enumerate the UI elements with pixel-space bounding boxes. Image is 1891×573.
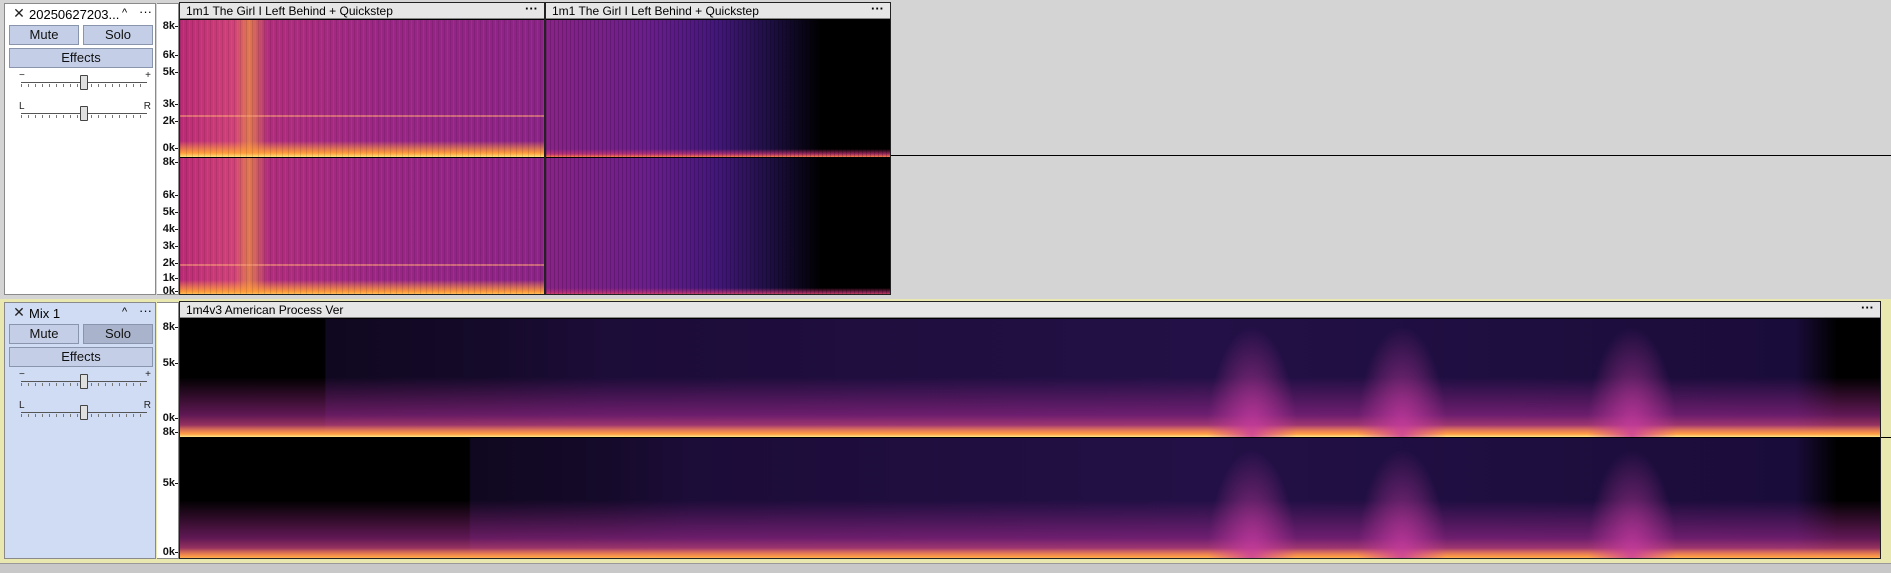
audio-clip[interactable]: 1m1 The Girl I Left Behind + Quickstep ·… <box>179 2 545 295</box>
ruler-tick: 2k <box>162 115 179 127</box>
clip-title: 1m4v3 American Process Ver <box>186 303 344 317</box>
track-header: ✕ 20250627203... ^ ··· <box>5 4 155 24</box>
ruler-tick: 2k <box>162 257 179 269</box>
ruler-tick: 0k <box>162 142 179 154</box>
clip-header[interactable]: 1m1 The Girl I Left Behind + Quickstep ·… <box>180 3 544 19</box>
effects-button[interactable]: Effects <box>9 347 153 367</box>
ruler-tick: 5k <box>162 66 179 78</box>
clip-header[interactable]: 1m4v3 American Process Ver ··· <box>180 302 1880 318</box>
ruler-tick: 5k <box>162 206 179 218</box>
track-control-panel: ✕ Mix 1 ^ ··· Mute Solo Effects − + L R <box>4 302 156 559</box>
gain-slider-thumb[interactable] <box>80 374 88 389</box>
ruler-tick: 8k <box>162 20 179 32</box>
clip-menu-icon[interactable]: ··· <box>1861 302 1874 315</box>
frequency-ruler: 8k 6k 5k 3k 2k 0k 8k 6k 5k 4k 3k 2k 1k 0… <box>157 3 179 297</box>
spectrogram-channel-right[interactable] <box>180 158 544 294</box>
ruler-tick: 0k <box>162 546 179 558</box>
clip-header[interactable]: 1m1 The Girl I Left Behind + Quickstep ·… <box>546 3 890 19</box>
bottom-scroll-area[interactable] <box>0 563 1891 573</box>
track-control-panel: ✕ 20250627203... ^ ··· Mute Solo Effects… <box>4 3 156 295</box>
solo-button[interactable]: Solo <box>83 324 153 344</box>
gain-slider[interactable]: − + <box>19 70 151 90</box>
pan-slider-thumb[interactable] <box>80 405 88 420</box>
mute-button[interactable]: Mute <box>9 324 79 344</box>
spectrogram-channel-left[interactable] <box>180 20 544 157</box>
gain-min-label: − <box>19 369 25 380</box>
ruler-tick: 8k <box>162 156 179 168</box>
close-icon[interactable]: ✕ <box>11 304 27 320</box>
pan-slider-thumb[interactable] <box>80 106 88 121</box>
ruler-tick: 6k <box>162 189 179 201</box>
collapse-caret-icon[interactable]: ^ <box>122 305 127 319</box>
ruler-tick: 0k <box>162 285 179 297</box>
clip-title: 1m1 The Girl I Left Behind + Quickstep <box>186 4 393 18</box>
clip-menu-icon[interactable]: ··· <box>525 3 538 16</box>
pan-left-label: L <box>19 101 25 112</box>
ruler-tick: 5k <box>162 477 179 489</box>
gain-max-label: + <box>145 70 151 81</box>
gain-max-label: + <box>145 369 151 380</box>
pan-slider[interactable]: L R <box>19 101 151 121</box>
clip-title: 1m1 The Girl I Left Behind + Quickstep <box>552 4 759 18</box>
audio-clip[interactable]: 1m1 The Girl I Left Behind + Quickstep ·… <box>545 2 891 295</box>
ruler-tick: 3k <box>162 98 179 110</box>
close-icon[interactable]: ✕ <box>11 5 27 21</box>
frequency-ruler: 8k 5k 0k 8k 5k 0k <box>157 302 179 559</box>
channel-divider <box>1881 437 1891 438</box>
gain-min-label: − <box>19 70 25 81</box>
audio-track-1: ✕ 20250627203... ^ ··· Mute Solo Effects… <box>0 0 1891 299</box>
pan-right-label: R <box>143 400 151 411</box>
spectrogram-channel-left[interactable] <box>546 20 890 157</box>
gain-slider[interactable]: − + <box>19 369 151 389</box>
ruler-tick: 6k <box>162 49 179 61</box>
track-name[interactable]: Mix 1 <box>29 306 123 321</box>
ruler-tick: 4k <box>162 223 179 235</box>
pan-left-label: L <box>19 400 25 411</box>
track-menu-icon[interactable]: ··· <box>139 303 152 319</box>
ruler-tick: 0k <box>162 412 179 424</box>
pan-right-label: R <box>143 101 151 112</box>
spectrogram-channel-left[interactable] <box>180 319 1880 437</box>
track-name[interactable]: 20250627203... <box>29 7 123 22</box>
pan-slider[interactable]: L R <box>19 400 151 420</box>
audio-track-2: ✕ Mix 1 ^ ··· Mute Solo Effects − + L R … <box>0 299 1891 563</box>
track-header: ✕ Mix 1 ^ ··· <box>5 303 155 323</box>
effects-button[interactable]: Effects <box>9 48 153 68</box>
spectrogram-channel-right[interactable] <box>180 438 1880 558</box>
spectrogram-channel-right[interactable] <box>546 158 890 294</box>
ruler-tick: 5k <box>162 357 179 369</box>
ruler-tick: 8k <box>162 321 179 333</box>
clip-menu-icon[interactable]: ··· <box>871 3 884 16</box>
collapse-caret-icon[interactable]: ^ <box>122 6 127 20</box>
audio-clip[interactable]: 1m4v3 American Process Ver ··· <box>179 301 1881 559</box>
mute-button[interactable]: Mute <box>9 25 79 45</box>
ruler-tick: 1k <box>162 272 179 284</box>
channel-divider <box>891 155 1891 156</box>
gain-slider-thumb[interactable] <box>80 75 88 90</box>
ruler-tick: 3k <box>162 240 179 252</box>
track-menu-icon[interactable]: ··· <box>139 4 152 20</box>
ruler-tick: 8k <box>162 426 179 438</box>
solo-button[interactable]: Solo <box>83 25 153 45</box>
